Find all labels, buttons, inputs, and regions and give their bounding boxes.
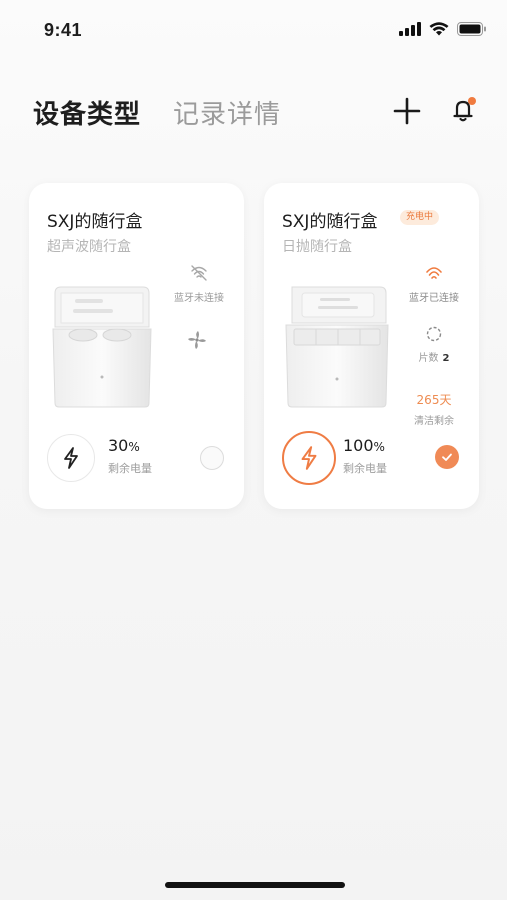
battery-indicator (282, 431, 336, 485)
bluetooth-status-label: 蓝牙未连接 (174, 293, 224, 304)
status-time: 9:41 (44, 20, 83, 40)
bluetooth-status: 蓝牙未连接 (159, 263, 239, 304)
notification-dot (468, 97, 476, 105)
device-name: SXJ的随行盒 (282, 212, 378, 232)
fan-icon (188, 331, 206, 349)
header: 设备类型 记录详情 (0, 86, 507, 136)
battery-unit: % (373, 440, 385, 454)
battery-label: 剩余电量 (343, 462, 387, 475)
battery-unit: % (128, 440, 140, 454)
device-card-ultrasonic[interactable]: SXJ的随行盒 超声波随行盒 蓝牙未连接 30% 剩余电量 (29, 183, 244, 509)
lens-label: 片数 (418, 353, 439, 364)
add-device-button[interactable] (392, 96, 422, 126)
bluetooth-connected-icon (426, 267, 442, 279)
device-name: SXJ的随行盒 (47, 212, 143, 232)
battery-value: 100% (343, 436, 385, 455)
tab-record-details[interactable]: 记录详情 (173, 94, 281, 131)
bluetooth-status: 蓝牙已连接 (394, 263, 474, 304)
cellular-signal-icon (399, 22, 421, 36)
bluetooth-status-label: 蓝牙已连接 (409, 293, 459, 304)
plus-icon (393, 97, 421, 125)
tab-device-type[interactable]: 设备类型 (33, 94, 141, 131)
select-device-radio[interactable] (200, 446, 224, 470)
status-icons (399, 22, 487, 36)
battery-label: 剩余电量 (108, 462, 152, 475)
status-bar: 9:41 (0, 0, 507, 60)
wifi-icon (429, 22, 449, 36)
select-device-checked[interactable] (435, 445, 459, 469)
lens-count-block: 片数 2 (394, 325, 474, 364)
lightning-icon (301, 446, 317, 470)
daily-case-image (285, 286, 389, 408)
battery-value-number: 100 (343, 436, 374, 455)
device-card-daily[interactable]: SXJ的随行盒 充电中 日抛随行盒 蓝牙已连接 片数 2 265天 清洁剩余 1… (264, 183, 479, 509)
bluetooth-disconnected-icon (191, 265, 207, 281)
lens-count: 2 (442, 353, 450, 364)
clean-remaining-block: 265天 清洁剩余 (394, 391, 474, 427)
battery-value-number: 30 (108, 436, 129, 455)
home-indicator (165, 882, 345, 888)
clean-label: 清洁剩余 (414, 416, 454, 427)
lens-icon (426, 326, 442, 342)
battery-value: 30% (108, 436, 140, 455)
ultrasonic-case-image (52, 286, 152, 408)
lightning-icon (64, 447, 78, 469)
battery-icon (457, 22, 486, 36)
battery-indicator (47, 434, 95, 482)
device-type: 超声波随行盒 (47, 239, 131, 255)
charging-badge: 充电中 (400, 210, 440, 225)
notification-button[interactable] (448, 94, 480, 126)
checkmark-icon (442, 453, 452, 461)
device-type: 日抛随行盒 (282, 239, 352, 255)
clean-days: 265天 (416, 393, 452, 407)
bell-icon (453, 97, 476, 122)
